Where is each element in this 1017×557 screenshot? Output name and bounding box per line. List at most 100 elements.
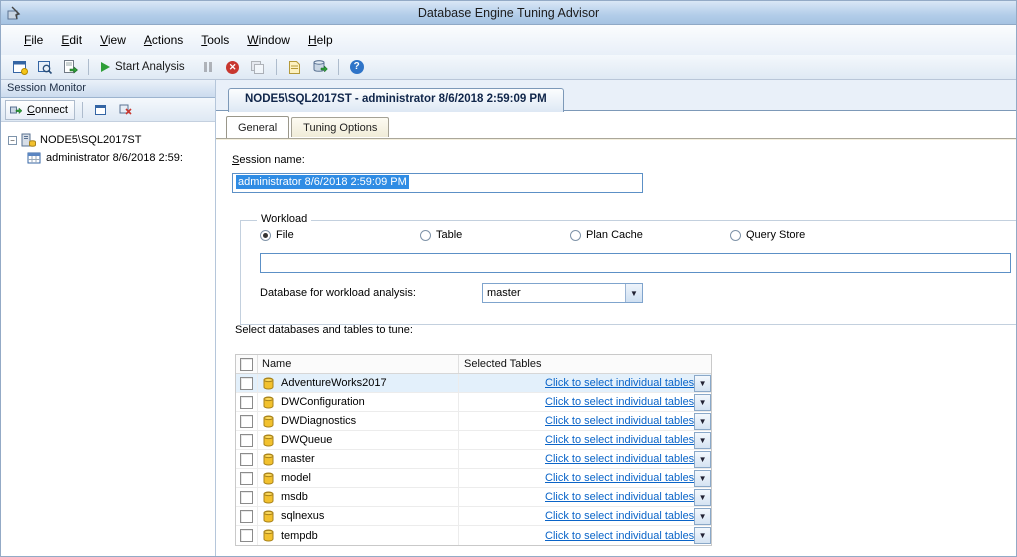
table-row[interactable]: DWConfiguration Click to select individu… [236,393,711,412]
column-header-name[interactable]: Name [258,355,459,373]
workload-database-value: master [483,287,625,299]
table-row[interactable]: DWQueue Click to select individual table… [236,431,711,450]
tables-dropdown-button[interactable]: ▼ [694,489,711,506]
tree-node-session[interactable]: administrator 8/6/2018 2:59: [1,149,215,167]
tables-dropdown-button[interactable]: ▼ [694,527,711,544]
table-row[interactable]: master Click to select individual tables… [236,450,711,469]
workload-database-label: Database for workload analysis: [260,287,416,299]
row-checkbox[interactable] [240,434,253,447]
export-session-button[interactable] [59,57,81,77]
row-checkbox[interactable] [240,377,253,390]
database-name: master [281,453,315,465]
new-session-button[interactable] [9,57,31,77]
clone-session-button[interactable] [247,57,269,77]
tree-node-server[interactable]: − NODE5\SQL2017ST [1,131,215,149]
new-session-icon [12,59,28,75]
database-icon [262,415,275,428]
select-tables-link[interactable]: Click to select individual tables [545,453,694,465]
import-options-button[interactable] [284,57,306,77]
row-checkbox[interactable] [240,415,253,428]
start-analysis-icon [101,62,110,72]
database-name: DWConfiguration [281,396,365,408]
tree-expander-icon[interactable]: − [8,136,17,145]
open-session-button[interactable] [34,57,56,77]
database-name: model [281,472,311,484]
apply-recommendations-icon [312,59,328,75]
delete-session-icon [119,103,132,116]
start-analysis-button[interactable]: Start Analysis [96,57,194,77]
session-name-input[interactable]: administrator 8/6/2018 2:59:09 PM [232,173,643,193]
radio-plan-cache[interactable]: Plan Cache [570,229,643,241]
menu-view[interactable]: View [91,30,135,50]
select-tables-link[interactable]: Click to select individual tables [545,396,694,408]
delete-session-button[interactable] [115,100,137,120]
new-monitor-session-button[interactable] [90,100,112,120]
tab-tuning-options[interactable]: Tuning Options [291,117,389,137]
database-name: DWDiagnostics [281,415,356,427]
tables-dropdown-button[interactable]: ▼ [694,413,711,430]
table-row[interactable]: sqlnexus Click to select individual tabl… [236,507,711,526]
select-tables-link[interactable]: Click to select individual tables [545,434,694,446]
connect-button[interactable]: Connect [5,100,75,120]
table-row[interactable]: DWDiagnostics Click to select individual… [236,412,711,431]
row-checkbox[interactable] [240,472,253,485]
tables-dropdown-button[interactable]: ▼ [694,394,711,411]
apply-recommendations-button[interactable] [309,57,331,77]
row-checkbox[interactable] [240,453,253,466]
tables-dropdown-button[interactable]: ▼ [694,451,711,468]
select-tables-link[interactable]: Click to select individual tables [545,510,694,522]
radio-file-icon [260,230,271,241]
menu-tools[interactable]: Tools [192,30,238,50]
menu-window[interactable]: Window [238,30,299,50]
stop-analysis-button[interactable]: ✕ [222,57,244,77]
row-checkbox[interactable] [240,510,253,523]
column-header-selected-tables[interactable]: Selected Tables [459,355,711,373]
row-checkbox[interactable] [240,529,253,542]
radio-plan-cache-icon [570,230,581,241]
workload-file-input[interactable] [260,253,1011,273]
radio-query-store-label: Query Store [746,229,805,241]
session-monitor-header: Session Monitor [1,80,215,98]
pause-analysis-button[interactable] [197,57,219,77]
workload-group-label: Workload [257,213,311,225]
document-tab[interactable]: NODE5\SQL2017ST - administrator 8/6/2018… [228,88,564,112]
workload-database-combobox[interactable]: master ▼ [482,283,643,303]
stop-analysis-icon: ✕ [226,61,239,74]
session-monitor-toolbar: Connect [1,98,215,122]
session-table-icon [27,151,42,165]
row-checkbox[interactable] [240,396,253,409]
menu-help[interactable]: Help [299,30,342,50]
select-tables-link[interactable]: Click to select individual tables [545,415,694,427]
app-window: Database Engine Tuning Advisor File Edit… [0,0,1017,557]
help-icon: ? [350,60,364,74]
select-tables-link[interactable]: Click to select individual tables [545,530,694,542]
session-monitor-panel: Session Monitor Connect − NODE5\SQL2017S… [1,80,216,556]
tables-dropdown-button[interactable]: ▼ [694,432,711,449]
row-checkbox[interactable] [240,491,253,504]
chevron-down-icon[interactable]: ▼ [625,284,642,302]
radio-file[interactable]: File [260,229,294,241]
tables-dropdown-button[interactable]: ▼ [694,508,711,525]
tables-dropdown-button[interactable]: ▼ [694,470,711,487]
database-icon [262,377,275,390]
radio-query-store[interactable]: Query Store [730,229,805,241]
select-tables-link[interactable]: Click to select individual tables [545,377,694,389]
tab-general[interactable]: General [226,116,289,138]
table-row[interactable]: AdventureWorks2017 Click to select indiv… [236,374,711,393]
tree-node-session-label: administrator 8/6/2018 2:59: [46,152,183,164]
radio-table[interactable]: Table [420,229,462,241]
select-all-checkbox[interactable] [240,358,253,371]
select-tables-link[interactable]: Click to select individual tables [545,491,694,503]
database-name: DWQueue [281,434,332,446]
table-row[interactable]: tempdb Click to select individual tables… [236,526,711,545]
menu-actions[interactable]: Actions [135,30,192,50]
tables-dropdown-button[interactable]: ▼ [694,375,711,392]
menu-file[interactable]: File [15,30,52,50]
select-tables-link[interactable]: Click to select individual tables [545,472,694,484]
export-session-icon [62,59,78,75]
table-row[interactable]: msdb Click to select individual tables▼ [236,488,711,507]
table-row[interactable]: model Click to select individual tables▼ [236,469,711,488]
database-icon [262,529,275,542]
help-button[interactable]: ? [346,57,368,77]
menu-edit[interactable]: Edit [52,30,91,50]
